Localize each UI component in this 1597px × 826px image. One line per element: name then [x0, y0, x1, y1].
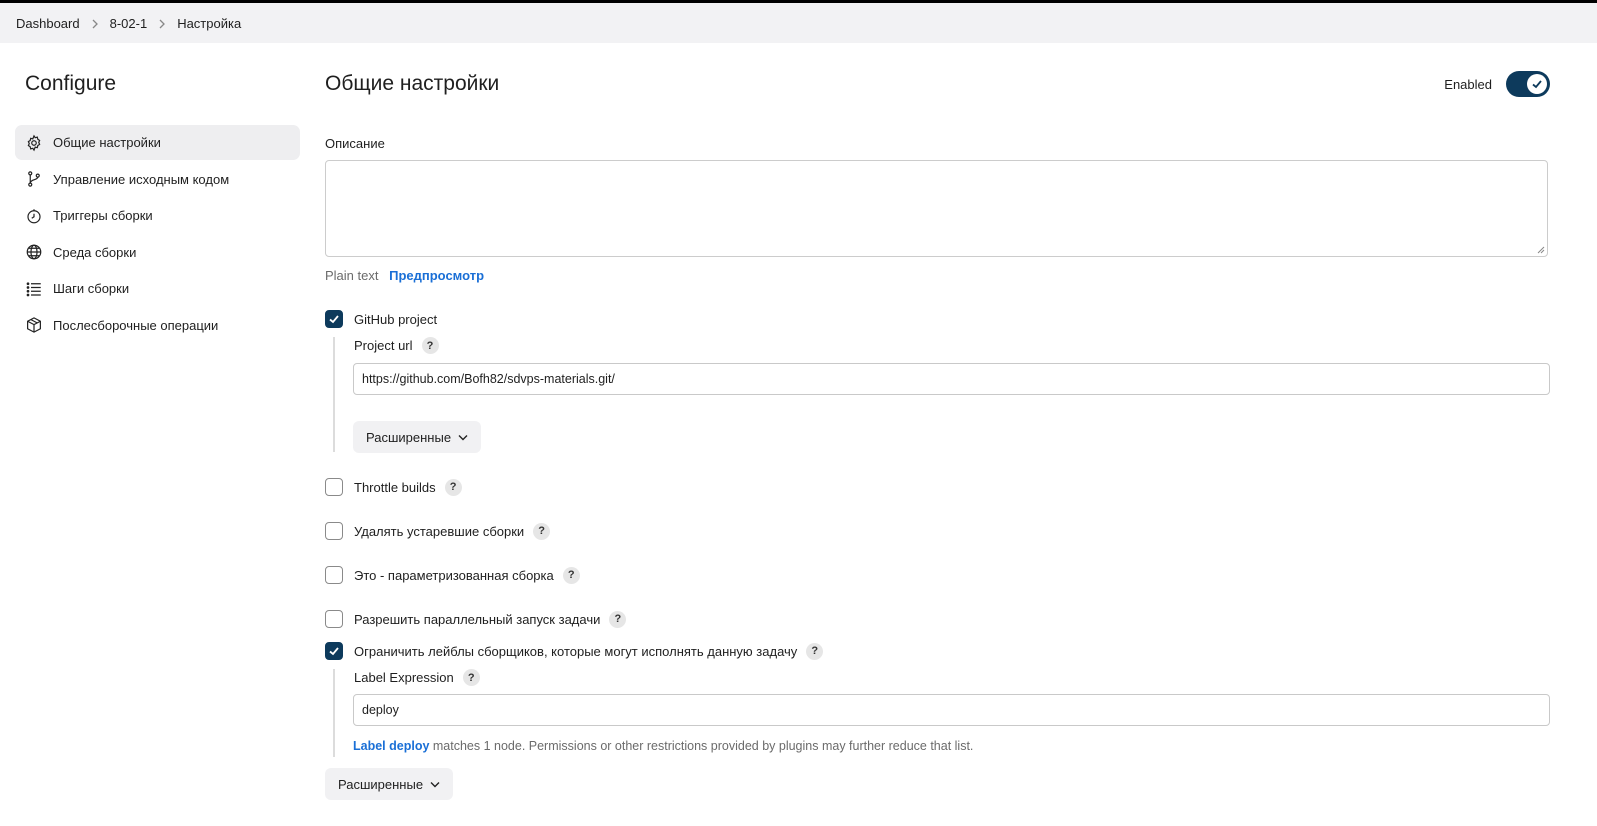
enabled-control: Enabled [1444, 71, 1550, 97]
option-row: Throttle builds ? [325, 478, 462, 496]
label-expression-label-row: Label Expression ? [354, 669, 480, 686]
breadcrumb: Dashboard 8-02-1 Настройка [0, 3, 1597, 43]
breadcrumb-configure[interactable]: Настройка [177, 16, 241, 31]
option-row: Удалять устаревшие сборки ? [325, 522, 551, 540]
restrict-labels-label: Ограничить лейблы сборщиков, которые мог… [354, 643, 798, 659]
enabled-toggle[interactable] [1506, 71, 1550, 97]
option-label: Удалять устаревшие сборки [354, 523, 525, 539]
advanced-button-2[interactable]: Расширенные [325, 768, 454, 800]
chevron-right-icon [80, 16, 110, 30]
sidebar-item-post-build[interactable]: Послесборочные операции [15, 308, 300, 343]
sidebar-item-triggers[interactable]: Триггеры сборки [15, 198, 300, 233]
restrict-labels-checkbox[interactable] [325, 642, 343, 660]
sidebar-item-label: Послесборочные операции [53, 317, 219, 333]
sidebar-item-environment[interactable]: Среда сборки [15, 235, 300, 270]
package-icon [25, 316, 43, 334]
help-icon[interactable]: ? [533, 522, 551, 540]
project-url-label-row: Project url ? [354, 337, 439, 354]
sidebar-item-label: Управление исходным кодом [53, 171, 230, 187]
plain-text-label: Plain text [325, 268, 379, 283]
list-icon [25, 280, 43, 298]
advanced-button[interactable]: Расширенные [353, 421, 482, 453]
breadcrumb-job[interactable]: 8-02-1 [110, 16, 148, 31]
resize-handle-icon[interactable] [1537, 246, 1545, 254]
option-label: Throttle builds [354, 479, 436, 495]
sidebar-title: Configure [25, 72, 117, 95]
label-note-text: matches 1 node. Permissions or other res… [429, 739, 974, 753]
section-indent-line [333, 669, 335, 757]
description-textarea[interactable] [325, 160, 1548, 257]
label-expression-note: Label deploy matches 1 node. Permissions… [353, 739, 973, 753]
sidebar-item-general[interactable]: Общие настройки [15, 125, 300, 160]
help-icon[interactable]: ? [421, 337, 439, 354]
restrict-labels-row: Ограничить лейблы сборщиков, которые мог… [325, 642, 824, 660]
help-icon[interactable]: ? [444, 478, 462, 496]
option-row: Это - параметризованная сборка ? [325, 566, 580, 584]
option-label: Это - параметризованная сборка [354, 567, 554, 583]
label-expression-label: Label Expression [354, 670, 454, 685]
preview-link[interactable]: Предпросмотр [389, 268, 484, 283]
label-deploy-link[interactable]: Label deploy [353, 739, 429, 753]
help-icon[interactable]: ? [609, 610, 627, 628]
section-indent-line [333, 337, 335, 452]
description-label: Описание [325, 136, 385, 151]
project-url-input[interactable]: https://github.com/Bofh82/sdvps-material… [353, 363, 1550, 395]
throttle-builds-checkbox[interactable] [325, 478, 343, 496]
sidebar-item-scm[interactable]: Управление исходным кодом [15, 162, 300, 197]
help-icon[interactable]: ? [462, 669, 480, 686]
concurrent-builds-checkbox[interactable] [325, 610, 343, 628]
breadcrumb-dashboard[interactable]: Dashboard [16, 16, 80, 31]
github-project-checkbox[interactable] [325, 310, 343, 328]
parameterized-build-checkbox[interactable] [325, 566, 343, 584]
sidebar-item-label: Общие настройки [53, 135, 161, 150]
github-project-row: GitHub project [325, 310, 437, 328]
check-icon [1527, 74, 1547, 94]
project-url-label: Project url [354, 338, 413, 353]
sidebar-item-build-steps[interactable]: Шаги сборки [15, 271, 300, 306]
help-icon[interactable]: ? [806, 642, 824, 660]
chevron-down-icon [458, 434, 468, 440]
option-row: Разрешить параллельный запуск задачи ? [325, 610, 627, 628]
sidebar-item-label: Шаги сборки [53, 281, 130, 297]
enabled-label: Enabled [1444, 76, 1492, 92]
chevron-right-icon [147, 16, 177, 30]
sidebar-item-label: Триггеры сборки [53, 208, 153, 224]
label-expression-input[interactable]: deploy [353, 694, 1550, 726]
chevron-down-icon [430, 781, 440, 787]
description-format-row: Plain text Предпросмотр [325, 268, 484, 283]
globe-icon [25, 243, 43, 261]
timer-icon [25, 207, 43, 225]
check-icon [329, 315, 339, 324]
sidebar-nav: Общие настройки Управление исходным кодо… [15, 125, 300, 345]
help-icon[interactable]: ? [562, 566, 580, 584]
option-label: Разрешить параллельный запуск задачи [354, 611, 601, 627]
gear-icon [25, 134, 43, 152]
page-title: Общие настройки [325, 72, 500, 95]
branch-icon [25, 170, 43, 188]
check-icon [329, 647, 339, 656]
sidebar-item-label: Среда сборки [53, 244, 137, 260]
discard-old-builds-checkbox[interactable] [325, 522, 343, 540]
github-project-label: GitHub project [354, 311, 438, 327]
